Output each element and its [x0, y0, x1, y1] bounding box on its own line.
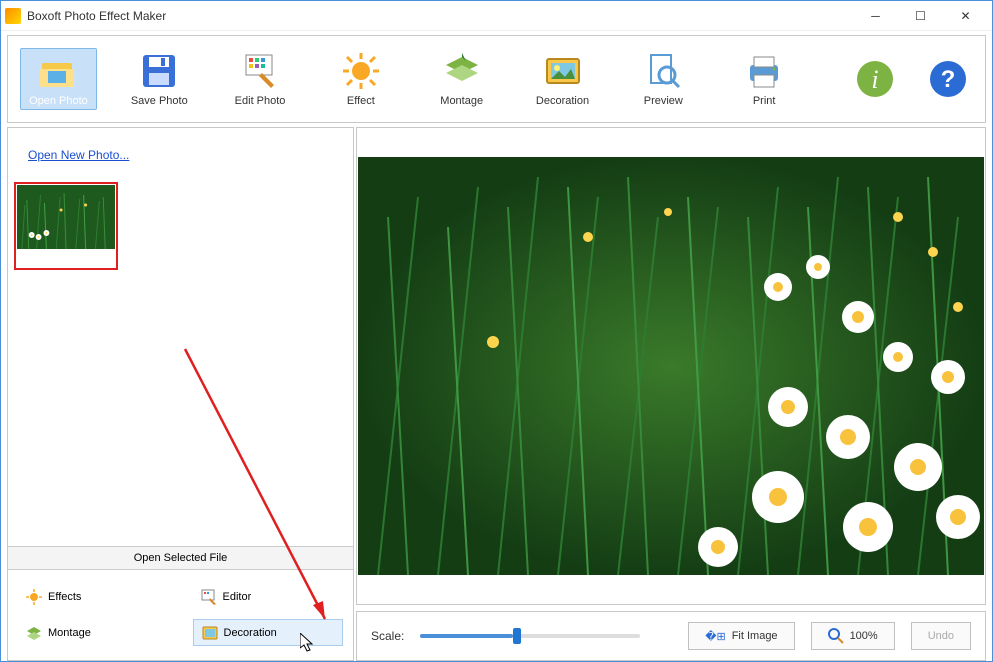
tab-montage[interactable]: Montage [18, 619, 169, 646]
preview-button[interactable]: Preview [625, 51, 702, 107]
sun-icon [26, 589, 42, 605]
magnifier-icon [828, 628, 844, 644]
print-button[interactable]: Print [726, 51, 803, 107]
help-button[interactable]: ? [924, 59, 973, 99]
tab-editor[interactable]: Editor [193, 584, 344, 609]
scale-slider[interactable] [420, 634, 640, 638]
tab-effects[interactable]: Effects [18, 584, 169, 609]
app-icon [5, 8, 21, 24]
edit-icon [240, 51, 280, 91]
info-icon: i [855, 59, 895, 99]
close-button[interactable]: ✕ [943, 2, 988, 30]
status-bar: Scale: �⊞Fit Image 100% Undo [356, 611, 986, 661]
photo-preview [358, 157, 984, 575]
svg-text:?: ? [941, 66, 956, 93]
minimize-button[interactable]: ─ [853, 2, 898, 30]
printer-icon [744, 51, 784, 91]
window-title: Boxoft Photo Effect Maker [27, 9, 853, 23]
layers-icon [442, 51, 482, 91]
effect-button[interactable]: Effect [322, 51, 399, 107]
sidebar: Open New Photo... Open Selected File [7, 127, 354, 661]
tab-decoration[interactable]: Decoration [193, 619, 344, 646]
info-button[interactable]: i [851, 59, 900, 99]
thumbnail-list [8, 182, 353, 546]
sun-icon [341, 51, 381, 91]
help-icon: ? [928, 59, 968, 99]
folder-open-icon [38, 51, 78, 91]
titlebar: Boxoft Photo Effect Maker ─ ☐ ✕ [1, 1, 992, 31]
save-photo-button[interactable]: Save Photo [121, 51, 198, 107]
fit-image-button[interactable]: �⊞Fit Image [688, 622, 794, 650]
open-selected-file-button[interactable]: Open Selected File [8, 546, 353, 570]
thumbnail-item[interactable] [14, 182, 118, 270]
edit-photo-button[interactable]: Edit Photo [222, 51, 299, 107]
montage-button[interactable]: Montage [423, 51, 500, 107]
sidebar-tabs: Effects Editor Montage Decoration [8, 570, 353, 660]
svg-text:i: i [872, 65, 879, 94]
picture-icon [543, 51, 583, 91]
open-new-photo-link[interactable]: Open New Photo... [28, 148, 129, 162]
magnifier-page-icon [643, 51, 683, 91]
decoration-button[interactable]: Decoration [524, 51, 601, 107]
scale-label: Scale: [371, 629, 404, 643]
picture-icon [202, 625, 218, 641]
undo-button[interactable]: Undo [911, 622, 971, 650]
maximize-button[interactable]: ☐ [898, 2, 943, 30]
image-canvas[interactable] [356, 127, 986, 605]
zoom-100-button[interactable]: 100% [811, 622, 895, 650]
open-photo-button[interactable]: Open Photo [20, 48, 97, 110]
edit-icon [201, 589, 217, 605]
save-icon [139, 51, 179, 91]
main-toolbar: Open Photo Save Photo Edit Photo Effect … [7, 35, 986, 123]
layers-icon [26, 625, 42, 641]
